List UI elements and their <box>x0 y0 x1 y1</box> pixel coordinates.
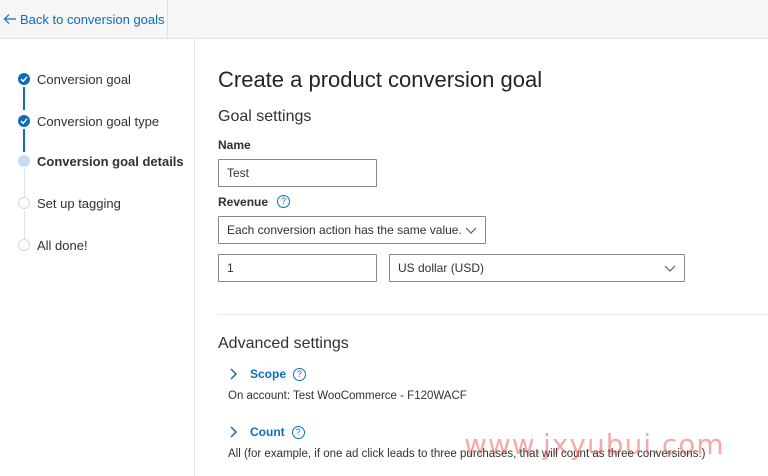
name-input[interactable] <box>218 159 377 187</box>
page-title: Create a product conversion goal <box>218 67 543 92</box>
count-help-icon[interactable]: ? <box>291 425 305 439</box>
chevron-right-icon <box>230 368 238 380</box>
step-conversion-goal-type[interactable]: Conversion goal type <box>0 110 195 132</box>
count-label: Count <box>250 425 285 439</box>
revenue-amount-input[interactable] <box>218 254 377 282</box>
section-divider <box>218 314 768 315</box>
currency-value: US dollar (USD) <box>398 261 485 275</box>
chevron-right-icon <box>230 426 238 438</box>
revenue-label: Revenue <box>218 195 269 209</box>
goal-settings-heading: Goal settings <box>218 108 312 125</box>
step-label: Conversion goal details <box>37 153 184 169</box>
back-to-conversion-goals-link[interactable]: Back to conversion goals <box>0 0 168 38</box>
scope-expander[interactable]: Scope ? <box>228 367 307 381</box>
revenue-type-value: Each conversion action has the same valu… <box>227 223 462 237</box>
name-label: Name <box>218 138 251 152</box>
main-panel: Create a product conversion goal Goal se… <box>196 39 768 476</box>
currency-select[interactable]: US dollar (USD) <box>389 254 685 282</box>
arrow-left-icon <box>3 14 16 24</box>
chevron-down-icon <box>664 265 676 272</box>
step-current-dot-icon <box>18 155 30 167</box>
scope-description: On account: Test WooCommerce - F120WACF <box>228 390 467 402</box>
step-complete-check-icon <box>18 73 30 85</box>
scope-help-icon[interactable]: ? <box>293 367 307 381</box>
top-bar: Back to conversion goals <box>0 0 768 39</box>
revenue-help-icon[interactable]: ? <box>277 195 290 208</box>
advanced-settings-heading: Advanced settings <box>218 335 349 352</box>
back-link-label: Back to conversion goals <box>20 11 165 27</box>
step-all-done: All done! <box>0 234 195 256</box>
step-label: Conversion goal type <box>37 113 160 129</box>
scope-label: Scope <box>250 367 287 381</box>
step-set-up-tagging: Set up tagging <box>0 192 195 214</box>
step-label: All done! <box>37 237 88 253</box>
count-description: All (for example, if one ad click leads … <box>228 448 706 460</box>
count-expander[interactable]: Count ? <box>228 425 305 439</box>
step-connector <box>23 129 25 152</box>
chevron-down-icon <box>465 227 477 234</box>
step-conversion-goal[interactable]: Conversion goal <box>0 68 195 90</box>
step-label: Conversion goal <box>37 71 131 87</box>
step-complete-check-icon <box>18 115 30 127</box>
step-pending-circle-icon <box>18 197 30 209</box>
stepper-sidebar: Conversion goal Conversion goal type Con… <box>0 39 195 476</box>
step-pending-circle-icon <box>18 239 30 251</box>
step-label: Set up tagging <box>37 195 121 211</box>
step-connector <box>23 87 25 110</box>
step-conversion-goal-details: Conversion goal details <box>0 150 195 172</box>
revenue-type-select[interactable]: Each conversion action has the same valu… <box>218 216 486 244</box>
